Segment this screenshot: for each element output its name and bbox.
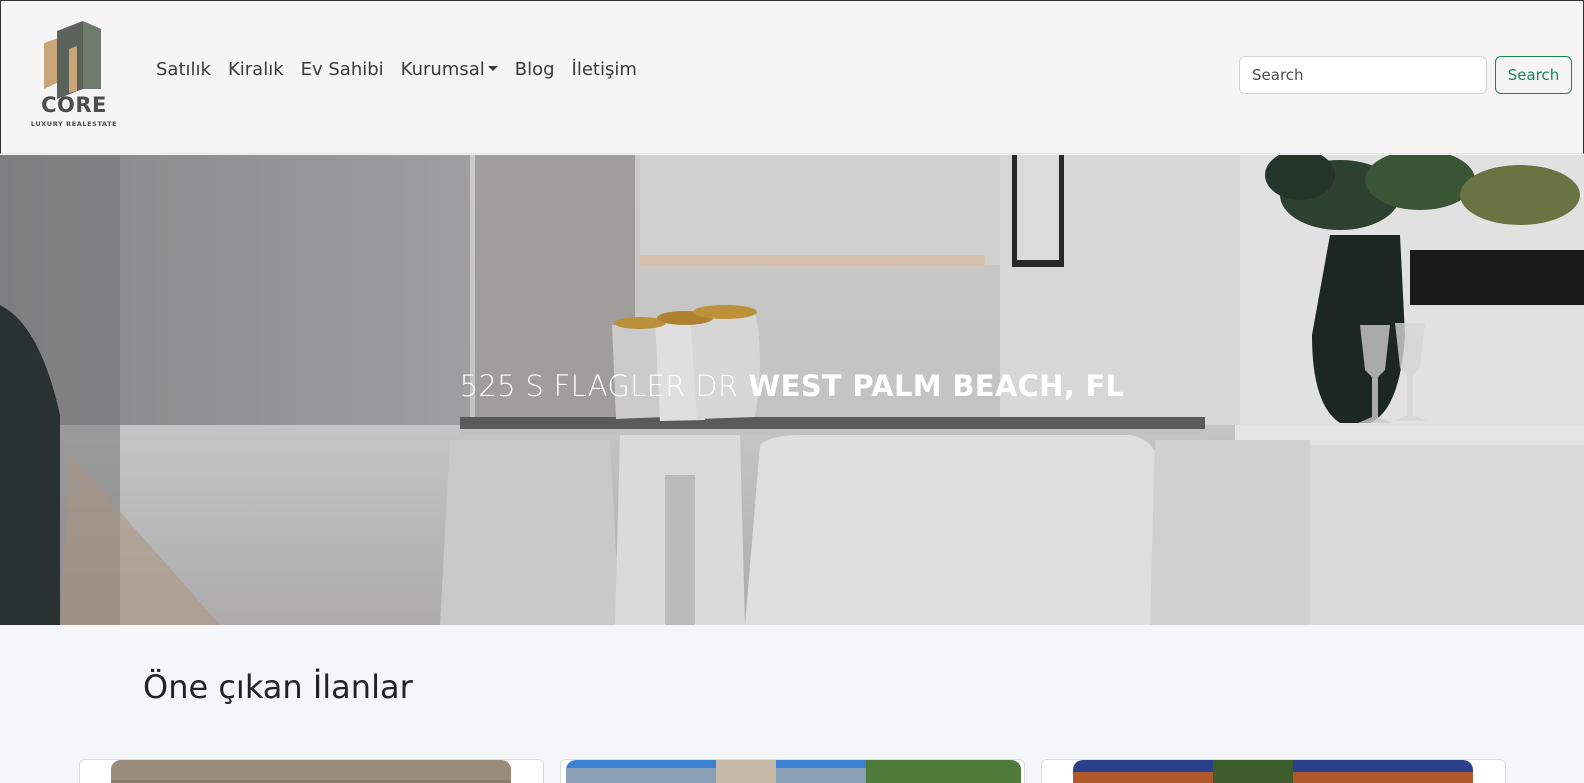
nav-dropdown-label: Kurumsal [400, 59, 485, 80]
nav-link-iletisim[interactable]: İletişim [572, 59, 637, 80]
nav-link-satilik[interactable]: Satılık [156, 59, 211, 80]
nav-link-kiralik[interactable]: Kiralık [228, 59, 284, 80]
listing-card[interactable] [560, 759, 1025, 783]
search-button[interactable]: Search [1495, 56, 1572, 94]
main-nav: Satılık Kiralık Ev Sahibi Kurumsal Blog … [156, 59, 654, 80]
brand-logo[interactable]: CORE LUXURY REALESTATE [25, 19, 125, 131]
nav-dropdown-kurumsal[interactable]: Kurumsal [401, 59, 498, 80]
building-logo-icon [44, 21, 101, 99]
listing-card[interactable] [1041, 759, 1506, 783]
brand-name: CORE [41, 93, 107, 117]
listing-card[interactable] [79, 759, 544, 783]
nav-link-blog[interactable]: Blog [515, 59, 555, 80]
hero-address: 525 S FLAGLER DR [459, 369, 739, 403]
listing-image [111, 760, 511, 783]
listing-image [566, 760, 1021, 783]
hero-caption: 525 S FLAGLER DR WEST PALM BEACH, FL [0, 369, 1584, 403]
top-navbar: CORE LUXURY REALESTATE Satılık Kiralık E… [0, 0, 1584, 154]
listing-image [1073, 760, 1473, 783]
hero-banner: 525 S FLAGLER DR WEST PALM BEACH, FL [0, 155, 1584, 625]
hero-city: WEST PALM BEACH, FL [748, 369, 1125, 403]
featured-section-title: Öne çıkan İlanlar [143, 668, 413, 706]
caret-down-icon [487, 66, 498, 71]
search-input[interactable] [1239, 56, 1487, 94]
brand-tagline: LUXURY REALESTATE [30, 120, 118, 128]
nav-link-ev-sahibi[interactable]: Ev Sahibi [301, 59, 384, 80]
